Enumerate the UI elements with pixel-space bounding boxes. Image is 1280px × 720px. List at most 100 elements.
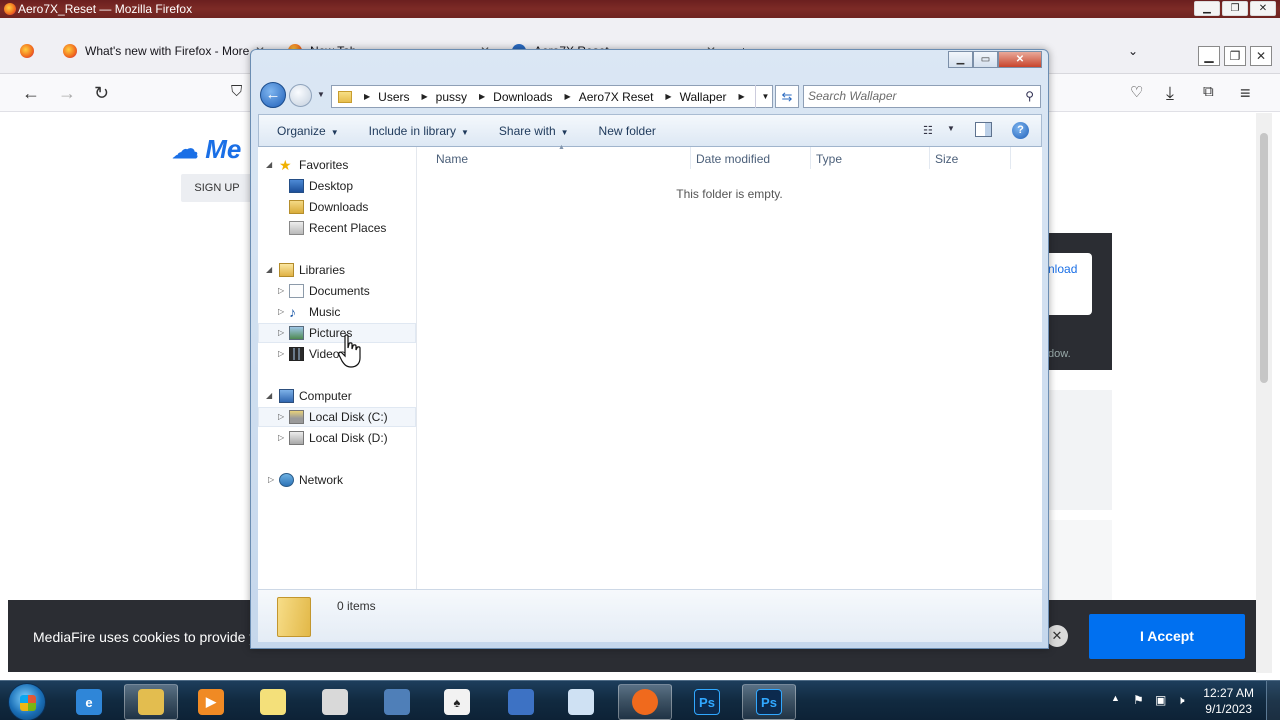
clock[interactable]: 12:27 AM 9/1/2023 <box>1203 685 1254 717</box>
view-options-dropdown[interactable]: ▼ <box>947 124 955 133</box>
restore-button[interactable]: ❐ <box>1222 1 1248 16</box>
expand-triangle-icon[interactable]: ▷ <box>278 281 284 301</box>
expand-triangle-icon[interactable]: ▷ <box>278 302 284 322</box>
nav-desktop[interactable]: Desktop <box>258 176 416 196</box>
back-button[interactable]: ← <box>260 82 286 108</box>
column-divider[interactable] <box>810 147 811 169</box>
downloads-icon[interactable]: ⤓ <box>1166 83 1174 104</box>
taskbar-app-button[interactable] <box>494 684 548 720</box>
column-divider[interactable] <box>1010 147 1011 169</box>
taskbar-app-button[interactable] <box>554 684 608 720</box>
action-center-flag-icon[interactable]: ⚑ <box>1133 693 1144 707</box>
explorer-window[interactable]: ▁ ▭ ✕ ← ▼ ▶ Users ▶ pussy ▶ Downloads ▶ … <box>250 49 1049 649</box>
taskbar-app-button[interactable]: ♠ <box>430 684 484 720</box>
close-button[interactable]: ✕ <box>1250 1 1276 16</box>
network-status-icon[interactable]: ▣ <box>1155 693 1166 707</box>
menu-icon[interactable]: ≡ <box>1240 83 1251 104</box>
taskbar-app-button[interactable] <box>370 684 424 720</box>
accept-cookies-button[interactable]: I Accept <box>1089 614 1245 659</box>
breadcrumb-arrow-icon[interactable]: ▶ <box>732 92 752 101</box>
show-desktop-button[interactable] <box>1266 681 1280 720</box>
expand-triangle-icon[interactable]: ▷ <box>278 323 284 343</box>
collapse-triangle-icon[interactable]: ◢ <box>266 386 272 406</box>
column-name[interactable]: Name <box>436 152 468 166</box>
start-button[interactable] <box>8 683 46 720</box>
column-divider[interactable] <box>690 147 691 169</box>
include-in-library-button[interactable]: Include in library ▼ <box>339 124 469 138</box>
breadcrumb-user[interactable]: pussy <box>436 90 473 104</box>
nav-computer[interactable]: ◢ Computer <box>258 386 416 406</box>
breadcrumb-arrow-icon[interactable]: ▶ <box>473 92 493 101</box>
maximize-button[interactable]: ▭ <box>973 51 998 68</box>
share-with-button[interactable]: Share with ▼ <box>469 124 569 138</box>
show-hidden-icons-icon[interactable]: ▲ <box>1111 693 1120 703</box>
firefox-view-button[interactable] <box>20 36 40 66</box>
breadcrumb-wallaper[interactable]: Wallaper <box>680 90 733 104</box>
breadcrumb-arrow-icon[interactable]: ▶ <box>416 92 436 101</box>
reload-icon[interactable]: ↻ <box>94 83 109 104</box>
nav-local-disk-c[interactable]: ▷ Local Disk (C:) <box>258 407 416 427</box>
page-scrollbar[interactable] <box>1256 113 1272 673</box>
pocket-icon[interactable]: ♡ <box>1130 83 1143 101</box>
close-button[interactable]: ✕ <box>998 51 1042 68</box>
minimize-icon[interactable]: ▁ <box>1198 46 1220 66</box>
nav-libraries[interactable]: ◢ Libraries <box>258 260 416 280</box>
scrollbar-thumb[interactable] <box>1260 133 1268 383</box>
taskbar-app-button[interactable] <box>618 684 672 720</box>
taskbar-app-button[interactable]: Ps <box>680 684 734 720</box>
mediafire-logo[interactable]: ☁ Me <box>172 134 241 165</box>
column-type[interactable]: Type <box>816 152 842 166</box>
minimize-button[interactable]: ▁ <box>948 51 973 68</box>
column-size[interactable]: Size <box>935 152 958 166</box>
taskbar-app-button[interactable] <box>124 684 178 720</box>
help-icon[interactable]: ? <box>1012 122 1029 139</box>
collapse-triangle-icon[interactable]: ◢ <box>266 260 272 280</box>
file-list[interactable]: ▲ Name Date modified Type Size This fold… <box>417 144 1042 589</box>
column-date-modified[interactable]: Date modified <box>696 152 770 166</box>
nav-pictures[interactable]: ▷ Pictures <box>258 323 416 343</box>
volume-muted-icon[interactable]: 🕨 <box>1177 693 1185 708</box>
organize-button[interactable]: Organize ▼ <box>259 124 339 138</box>
breadcrumb-arrow-icon[interactable]: ▶ <box>358 92 378 101</box>
taskbar-app-button[interactable] <box>308 684 362 720</box>
search-input[interactable]: Search Wallaper ⚲ <box>803 85 1041 108</box>
restore-icon[interactable]: ❐ <box>1224 46 1246 66</box>
expand-triangle-icon[interactable]: ▷ <box>278 407 284 427</box>
expand-triangle-icon[interactable]: ▷ <box>278 344 284 364</box>
nav-downloads[interactable]: Downloads <box>258 197 416 217</box>
nav-documents[interactable]: ▷ Documents <box>258 281 416 301</box>
breadcrumb-downloads[interactable]: Downloads <box>493 90 558 104</box>
collapse-triangle-icon[interactable]: ◢ <box>266 155 272 175</box>
forward-button[interactable] <box>289 84 312 107</box>
nav-videos[interactable]: ▷ Videos <box>258 344 416 364</box>
nav-local-disk-d[interactable]: ▷ Local Disk (D:) <box>258 428 416 448</box>
search-icon[interactable]: ⚲ <box>1025 86 1034 107</box>
shield-icon[interactable]: ⛉ <box>231 83 242 100</box>
breadcrumb-aero7x-reset[interactable]: Aero7X Reset <box>579 90 660 104</box>
tab-whats-new[interactable]: What's new with Firefox - More ✕ <box>63 36 265 66</box>
close-icon[interactable]: ✕ <box>1250 46 1272 66</box>
extensions-icon[interactable]: ⧉ <box>1203 83 1214 100</box>
preview-pane-icon[interactable] <box>975 122 992 137</box>
change-view-icon[interactable]: ☷ <box>923 124 939 137</box>
taskbar-app-button[interactable] <box>246 684 300 720</box>
forward-arrow-icon[interactable]: → <box>58 83 76 104</box>
firefox-title-bar[interactable]: Aero7X_Reset — Mozilla Firefox ▁ ❐ ✕ <box>0 0 1280 18</box>
nav-network[interactable]: ▷ Network <box>258 470 416 490</box>
sign-up-button[interactable]: SIGN UP <box>181 174 253 202</box>
back-arrow-icon[interactable]: ← <box>22 83 40 104</box>
breadcrumb-arrow-icon[interactable]: ▶ <box>559 92 579 101</box>
taskbar-app-button[interactable]: e <box>62 684 116 720</box>
address-history-dropdown[interactable]: ▼ <box>755 85 775 108</box>
taskbar-app-button[interactable]: ▶ <box>184 684 238 720</box>
download-button[interactable]: nload <box>1048 253 1092 315</box>
column-divider[interactable] <box>929 147 930 169</box>
address-bar[interactable]: ▶ Users ▶ pussy ▶ Downloads ▶ Aero7X Res… <box>331 85 773 108</box>
cookie-close-button[interactable]: ✕ <box>1046 625 1068 647</box>
nav-music[interactable]: ▷ ♪ Music <box>258 302 416 322</box>
expand-triangle-icon[interactable]: ▷ <box>268 470 274 490</box>
refresh-button[interactable]: ⇆ <box>775 85 799 108</box>
new-folder-button[interactable]: New folder <box>569 124 656 138</box>
expand-triangle-icon[interactable]: ▷ <box>278 428 284 448</box>
list-all-tabs-button[interactable]: ⌄ <box>1128 36 1144 66</box>
